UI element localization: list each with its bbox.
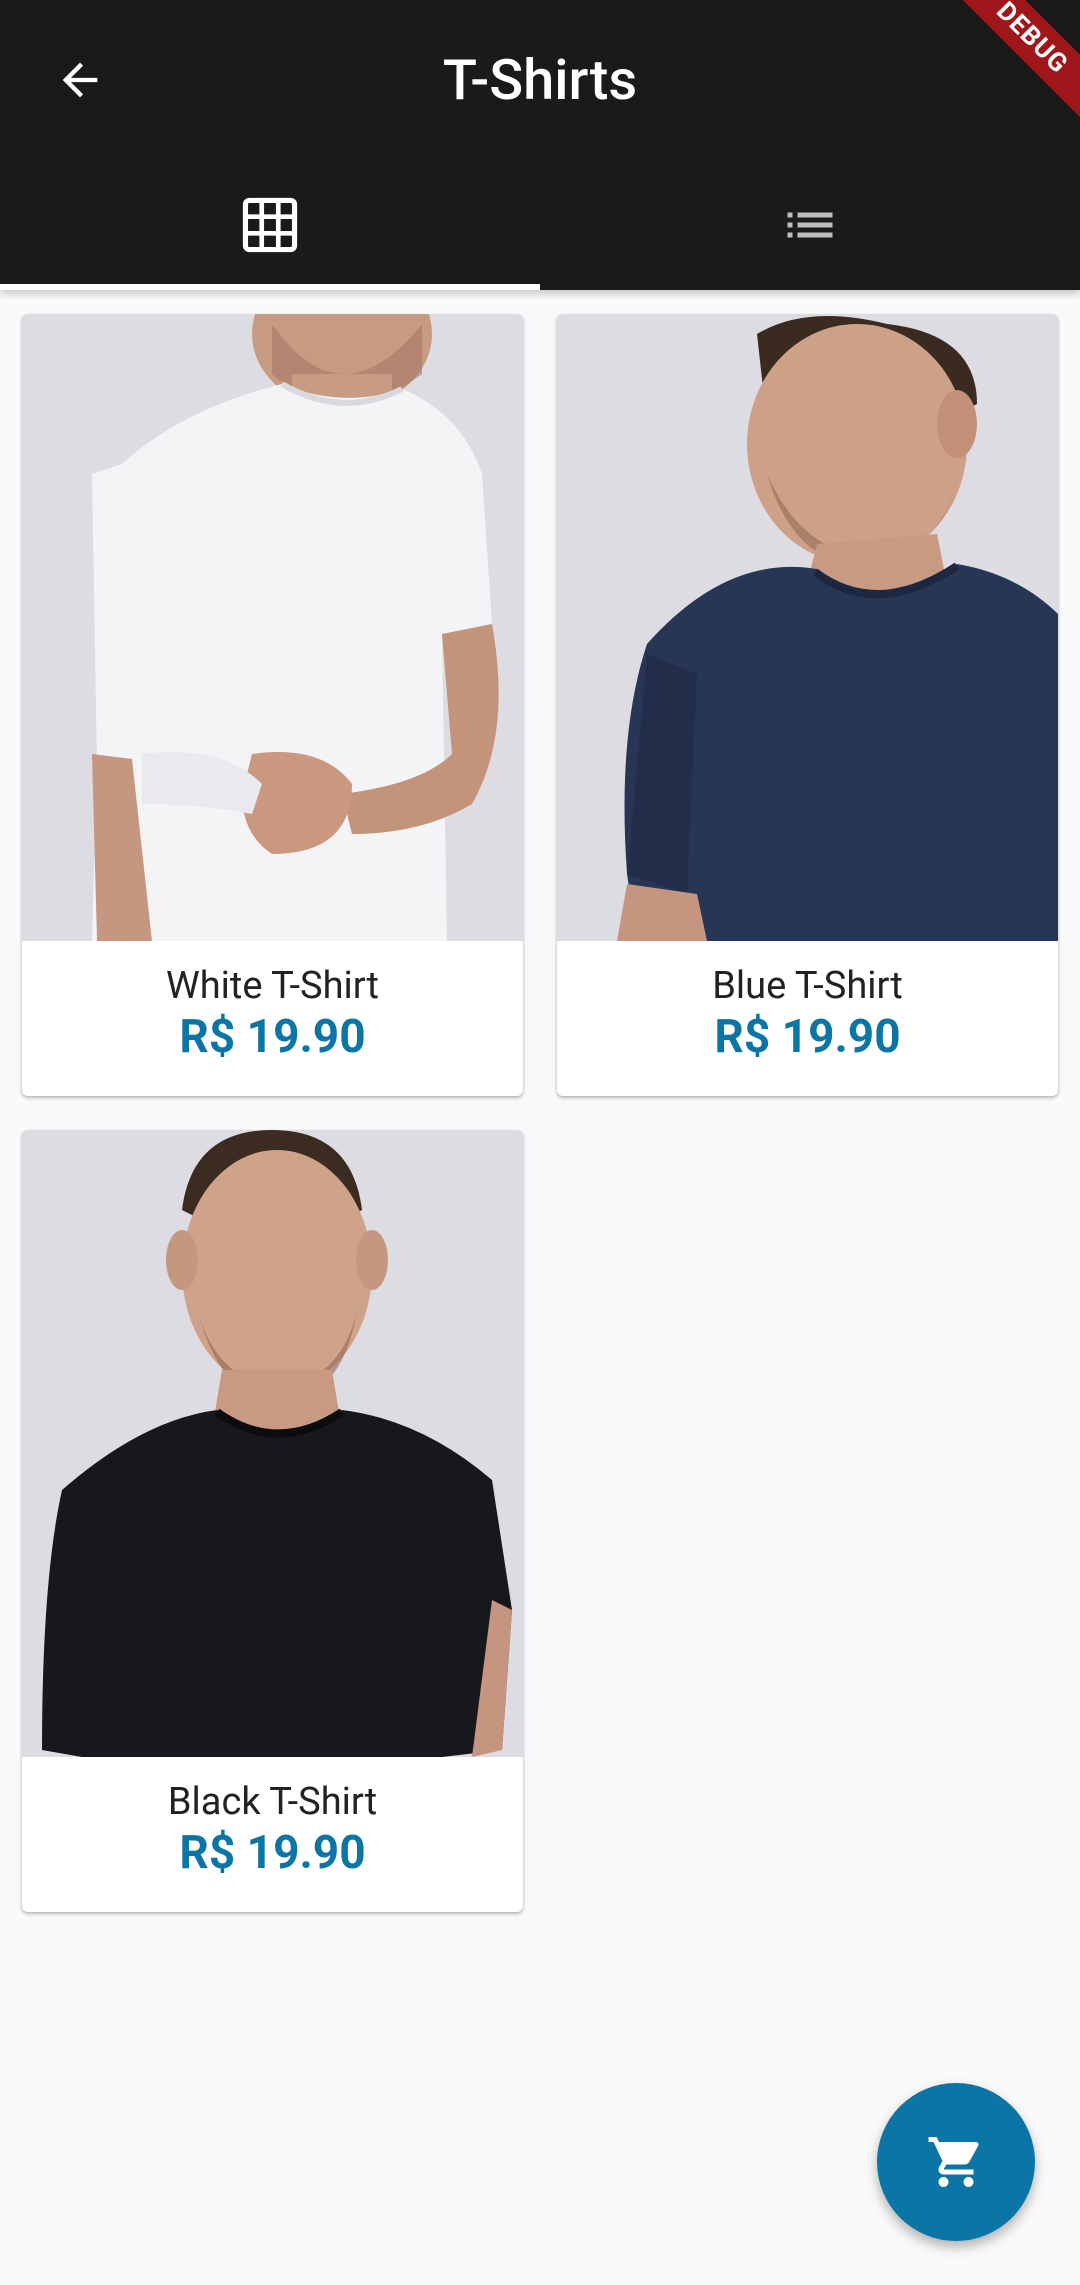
product-photo (22, 314, 523, 941)
product-name: Blue T-Shirt (712, 964, 903, 1008)
page-title: T-Shirts (442, 47, 638, 113)
tab-list-view[interactable] (540, 160, 1080, 290)
product-card[interactable]: Blue T-Shirt R$ 19.90 (557, 314, 1058, 1096)
product-price: R$ 19.90 (179, 1826, 366, 1880)
app-bar: T-Shirts DEBUG (0, 0, 1080, 290)
debug-banner: DEBUG (960, 0, 1080, 120)
arrow-back-icon (62, 62, 98, 98)
product-photo (557, 314, 1058, 941)
product-price: R$ 19.90 (714, 1010, 901, 1064)
back-button[interactable] (40, 40, 120, 120)
list-view-icon (787, 212, 833, 238)
tab-selected-indicator (0, 284, 540, 290)
product-name: White T-Shirt (166, 964, 379, 1008)
product-photo (22, 1130, 523, 1757)
grid-view-icon (242, 197, 298, 253)
shopping-cart-icon (928, 2137, 979, 2187)
debug-banner-label: DEBUG (960, 0, 1080, 120)
product-card[interactable]: Black T-Shirt R$ 19.90 (22, 1130, 523, 1912)
product-grid: White T-Shirt R$ 19.90 Blue T-Shirt R$ 1… (22, 314, 1058, 1912)
product-name: Black T-Shirt (167, 1780, 378, 1824)
product-card[interactable]: White T-Shirt R$ 19.90 (22, 314, 523, 1096)
product-price: R$ 19.90 (179, 1010, 366, 1064)
tab-grid-view[interactable] (0, 160, 540, 290)
view-mode-tabs (0, 160, 1080, 290)
cart-button[interactable] (877, 2083, 1035, 2241)
